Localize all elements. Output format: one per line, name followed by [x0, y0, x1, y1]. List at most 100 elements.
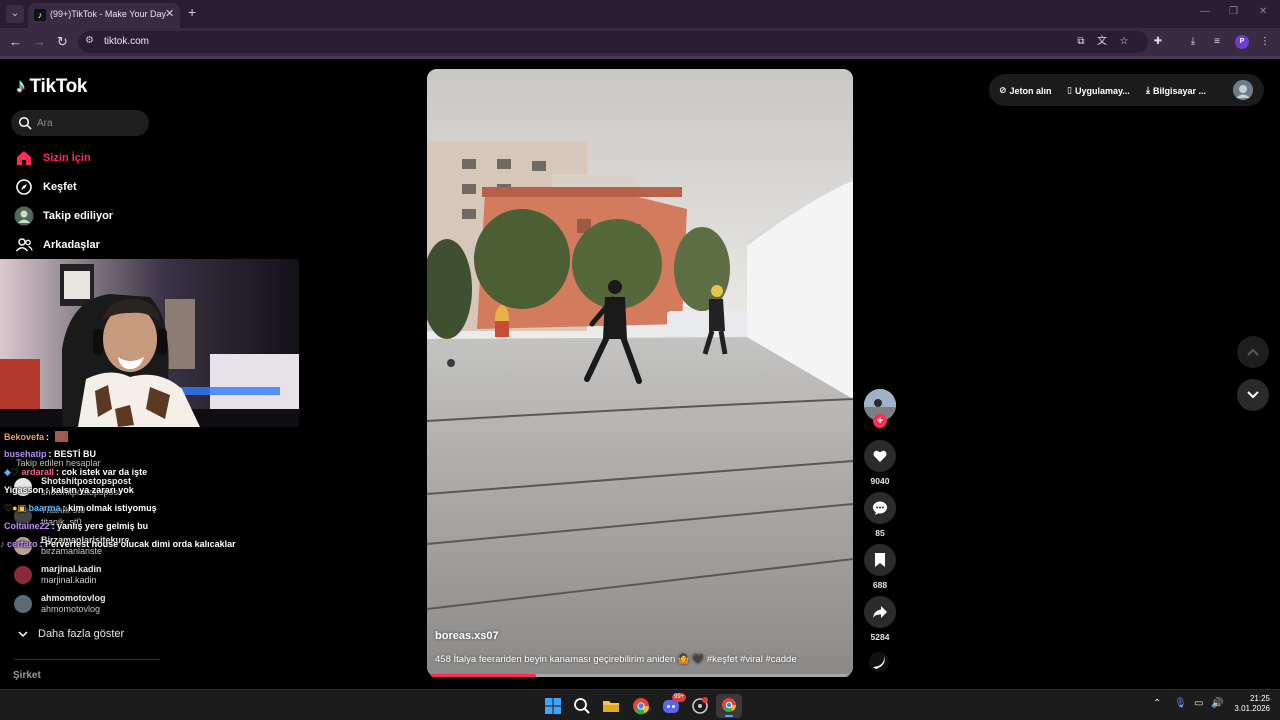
chat-text: kalsın ya zararı yok — [51, 485, 134, 495]
heart-icon — [873, 450, 887, 462]
taskbar-search-icon[interactable] — [572, 696, 592, 716]
get-app-label: Uygulamay... — [1074, 85, 1130, 96]
following-avatar — [14, 206, 34, 226]
chat-message: ◆♡ ardarall: cok istek var da işte — [4, 467, 147, 478]
nav-friends[interactable]: Arkadaşlar — [14, 234, 100, 256]
user-avatar[interactable] — [1233, 80, 1253, 100]
share-icon — [873, 606, 887, 618]
get-coins-button[interactable]: ⊘ Jeton alın — [999, 85, 1052, 96]
address-bar[interactable]: ⚙ tiktok.com — [78, 31, 1148, 53]
like-count: 9040 — [870, 476, 890, 486]
tiktok-note-icon: ♪ — [16, 76, 26, 97]
downloads-icon[interactable]: ⤓ — [1187, 36, 1199, 48]
top-right-actions: ⊘ Jeton alın ▯ Uygulamay... ⤓ Bilgisayar… — [989, 74, 1264, 106]
nav-label: Sizin İçin — [43, 152, 91, 164]
chrome-icon[interactable] — [631, 696, 651, 716]
follow-plus-button[interactable]: + — [873, 414, 887, 428]
chat-user: ardarall — [21, 467, 55, 477]
reload-button[interactable]: ↻ — [57, 34, 68, 50]
chat-separator: : — [48, 449, 52, 459]
comment-icon — [873, 501, 887, 515]
search-input[interactable] — [37, 116, 141, 130]
search-box[interactable] — [11, 110, 149, 136]
install-app-icon[interactable]: ⧉ — [1075, 36, 1087, 48]
discord-notification-badge: 99+ — [672, 693, 687, 702]
chat-message: Coltaine22: yanlış yere gelmiş bu — [4, 521, 148, 531]
chat-separator: : — [39, 539, 43, 549]
back-button[interactable]: ← — [9, 34, 22, 49]
show-more-button[interactable]: Daha fazla göster — [18, 627, 124, 641]
window-close-icon[interactable]: ✕ — [1259, 6, 1267, 17]
translate-icon[interactable]: 文 — [1096, 36, 1108, 48]
restore-icon[interactable]: ❐ — [1229, 6, 1238, 17]
site-info-icon[interactable]: ⚙ — [85, 35, 94, 46]
chat-user: Bekovefa — [4, 432, 45, 442]
tab-search-button[interactable]: ⌄ — [6, 5, 24, 23]
badge-icon: ♪ — [0, 539, 5, 549]
badge-icon: ◆♡ — [4, 467, 19, 477]
get-app-button[interactable]: ▯ Uygulamay... — [1067, 85, 1130, 96]
tab-title: (99+)TikTok - Make Your Day — [50, 9, 166, 19]
file-explorer-icon[interactable] — [601, 696, 621, 716]
save-button[interactable] — [864, 544, 896, 576]
volume-icon[interactable]: 🔊 — [1211, 698, 1223, 709]
bookmark-star-icon[interactable]: ☆ — [1118, 36, 1130, 48]
video-progress-bar[interactable] — [431, 674, 849, 677]
chat-message: ♡●▣ baarma: kim olmak istiyomuş — [4, 503, 157, 514]
taskbar-active-app[interactable] — [716, 694, 742, 718]
compass-icon — [14, 177, 34, 197]
chat-separator: : — [45, 485, 49, 495]
share-button[interactable] — [864, 596, 896, 628]
avatar — [14, 595, 32, 613]
comment-count: 85 — [875, 528, 885, 538]
previous-video-button[interactable] — [1237, 336, 1269, 368]
desktop-app-button[interactable]: ⤓ Bilgisayar ... — [1146, 85, 1206, 96]
search-icon — [18, 116, 32, 130]
chat-user: Yigasson — [4, 485, 44, 495]
browser-tab[interactable]: ♪ (99+)TikTok - Make Your Day ✕ — [28, 3, 180, 28]
forward-button[interactable]: → — [33, 34, 46, 49]
company-heading[interactable]: Şirket — [13, 670, 41, 681]
nav-following[interactable]: Takip ediliyor — [14, 205, 113, 227]
minimize-icon[interactable]: — — [1200, 6, 1210, 17]
video-author[interactable]: boreas.xs07 — [435, 630, 499, 642]
webcam-scene-image — [0, 259, 299, 427]
chat-text: BESTİ BU — [54, 449, 97, 459]
close-tab-icon[interactable]: ✕ — [165, 7, 174, 20]
browser-menu-icon[interactable]: ⋮ — [1259, 36, 1271, 48]
tray-overflow-icon[interactable]: ⌃ — [1153, 698, 1161, 709]
bookmark-icon — [875, 553, 885, 567]
app-icon[interactable] — [690, 696, 710, 716]
music-disc-icon[interactable] — [868, 651, 890, 673]
nav-for-you[interactable]: Sizin İçin — [14, 147, 91, 169]
windows-start-icon[interactable] — [543, 696, 563, 716]
reading-list-icon[interactable]: ≡ — [1211, 36, 1223, 48]
chevron-up-icon — [1247, 348, 1259, 356]
extensions-icon[interactable]: ✚ — [1152, 36, 1164, 48]
sidebar-divider — [14, 659, 160, 660]
like-button[interactable] — [864, 440, 896, 472]
account-handle: ahmomotovlog — [41, 604, 101, 614]
new-tab-button[interactable]: + — [188, 4, 196, 20]
nav-explore[interactable]: Keşfet — [14, 176, 77, 198]
microphone-icon[interactable]: 🎙 — [1174, 698, 1187, 709]
network-icon[interactable]: ▭ — [1194, 698, 1203, 709]
next-video-button[interactable] — [1237, 379, 1269, 411]
emote-icon — [54, 431, 68, 442]
tiktok-logo[interactable]: ♪ TikTok — [16, 76, 87, 98]
video-player[interactable] — [427, 69, 853, 677]
browser-frame-border — [0, 56, 1280, 59]
badge-icon: ♡●▣ — [4, 503, 27, 513]
account-name: ahmomotovlog — [41, 593, 106, 603]
nav-label: Arkadaşlar — [43, 239, 100, 251]
comment-button[interactable] — [864, 492, 896, 524]
browser-tab-strip: ⌄ ♪ (99+)TikTok - Make Your Day ✕ + — ❐ … — [0, 0, 1280, 28]
coin-icon: ⊘ — [999, 85, 1007, 95]
nav-label: Takip ediliyor — [43, 210, 114, 222]
friends-icon — [14, 235, 34, 255]
chat-user: cerfaro — [7, 539, 38, 549]
chevron-down-icon — [18, 625, 28, 643]
chat-text: kim olmak istiyomuş — [68, 503, 157, 513]
browser-profile-avatar[interactable]: P — [1235, 35, 1249, 49]
system-clock[interactable]: 21:25 3.01.2026 — [1234, 694, 1270, 714]
